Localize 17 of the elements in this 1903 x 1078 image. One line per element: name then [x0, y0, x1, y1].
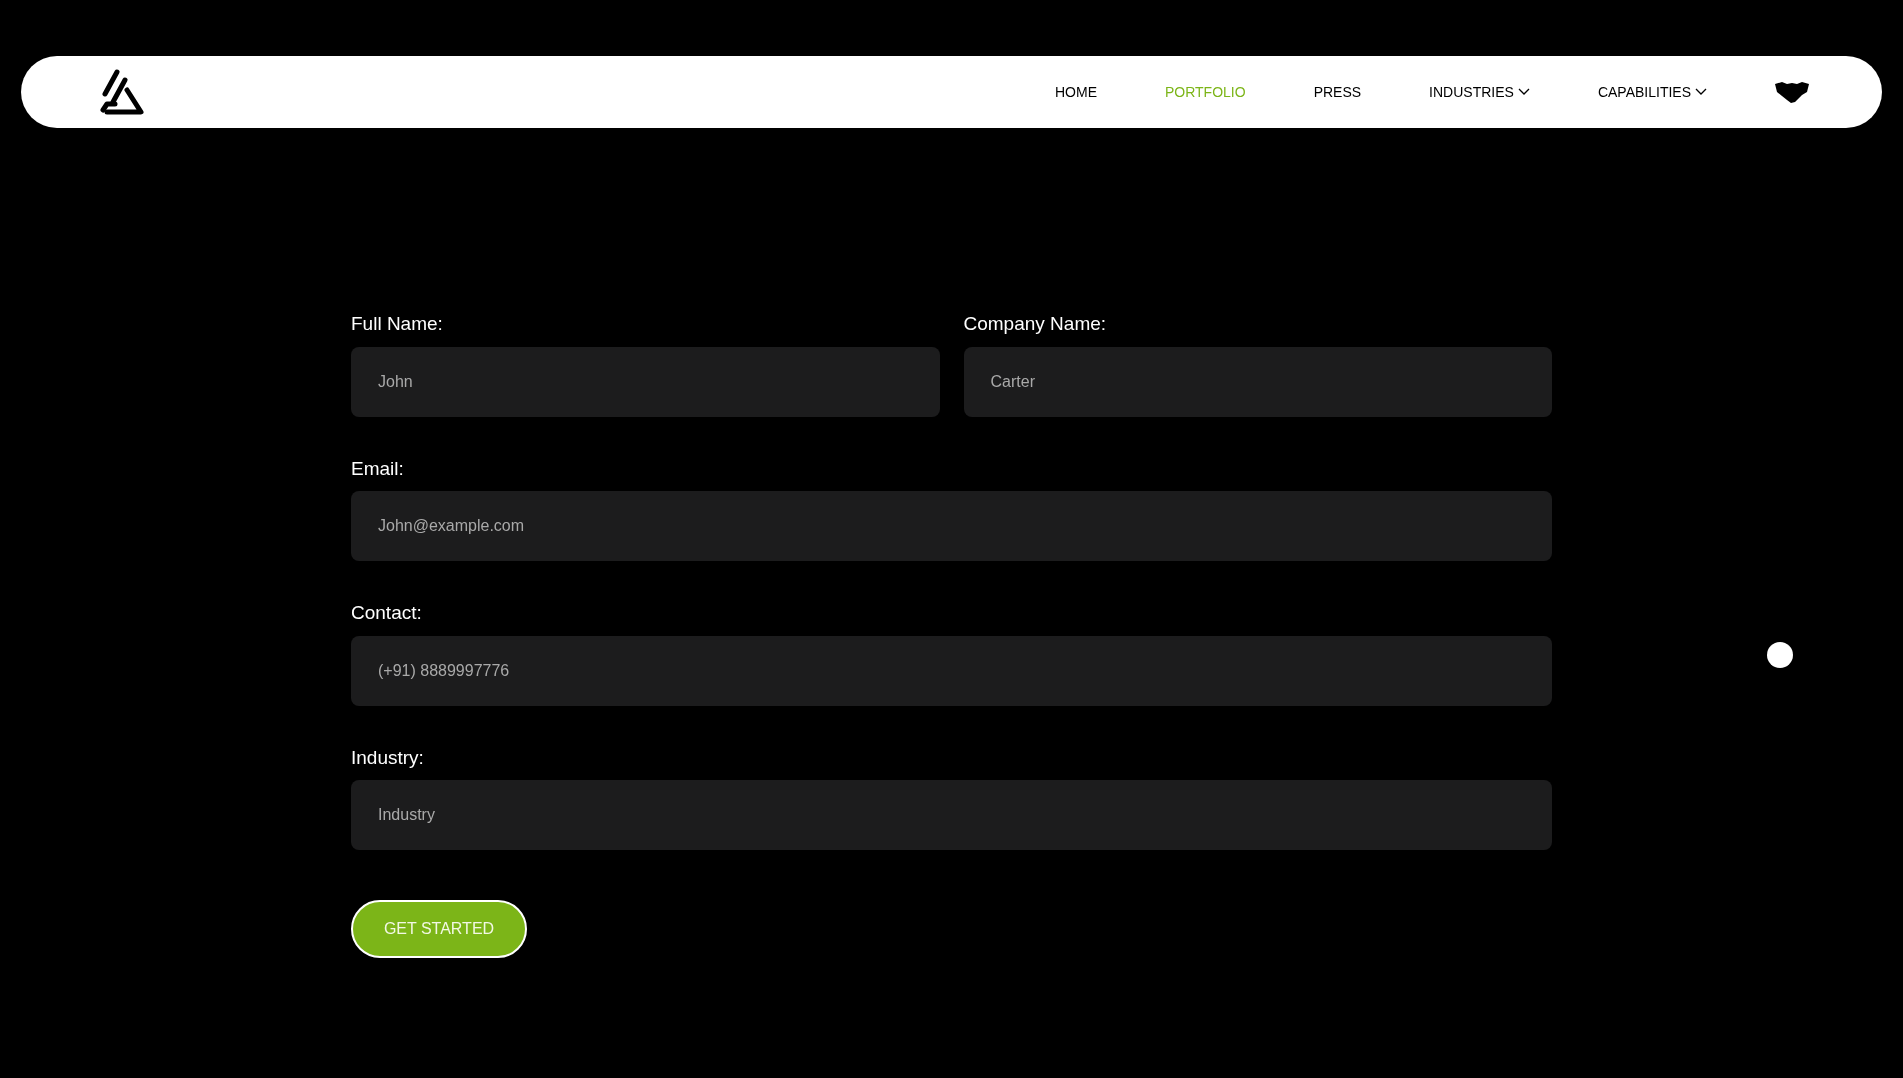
nav-link[interactable]: HOME	[1054, 81, 1097, 103]
chevron-down-icon	[1695, 88, 1707, 96]
input-field[interactable]: Industry	[351, 780, 1552, 850]
nav-link[interactable]: PRESS	[1313, 81, 1362, 103]
nav-link[interactable]: CAPABILITIES	[1597, 81, 1707, 103]
chevron-down-icon	[1517, 88, 1530, 96]
field-label: Email:	[351, 456, 405, 481]
input-field[interactable]: John	[351, 346, 940, 417]
input-field[interactable]: Carter	[963, 346, 1552, 417]
nav-link[interactable]: INDUSTRIES	[1429, 81, 1530, 103]
input-field[interactable]: (+91) 8889997776	[351, 635, 1552, 706]
field-label: Company Name:	[963, 312, 1108, 336]
field-label: Full Name:	[351, 312, 444, 336]
logo-icon[interactable]	[97, 68, 145, 116]
field-label: Industry:	[351, 745, 425, 770]
field-label: Contact:	[351, 601, 423, 625]
input-field[interactable]: John@example.com	[351, 491, 1552, 561]
